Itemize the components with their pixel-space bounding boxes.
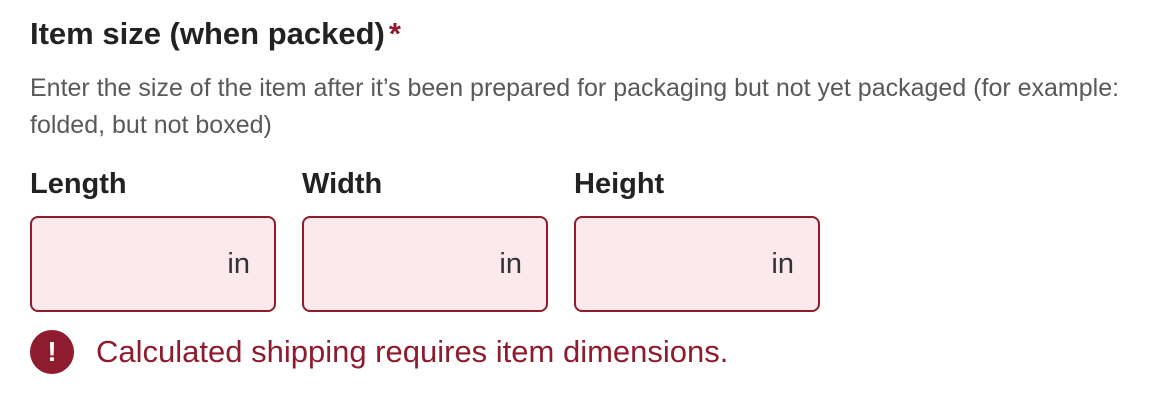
error-message-row: ! Calculated shipping requires item dime… <box>30 330 728 374</box>
height-group: Height in <box>574 166 820 312</box>
dimensions-row: Length in Width in Height in <box>30 166 846 312</box>
length-label: Length <box>30 168 127 200</box>
length-group: Length in <box>30 166 276 312</box>
height-unit: in <box>771 248 794 280</box>
width-unit: in <box>499 248 522 280</box>
exclamation-icon: ! <box>30 330 74 374</box>
length-field[interactable]: in <box>30 216 276 312</box>
required-marker: * <box>388 16 401 51</box>
width-label: Width <box>302 168 383 200</box>
width-group: Width in <box>302 166 548 312</box>
length-input[interactable] <box>32 218 228 312</box>
section-title-text: Item size (when packed) <box>30 16 385 51</box>
help-text: Enter the size of the item after it’s be… <box>30 74 1120 139</box>
section-title: Item size (when packed) * <box>30 16 401 52</box>
width-field[interactable]: in <box>302 216 548 312</box>
height-label: Height <box>574 168 665 200</box>
width-input[interactable] <box>304 218 500 312</box>
length-unit: in <box>227 248 250 280</box>
error-message: Calculated shipping requires item dimens… <box>96 334 729 369</box>
height-input[interactable] <box>576 218 772 312</box>
height-field[interactable]: in <box>574 216 820 312</box>
